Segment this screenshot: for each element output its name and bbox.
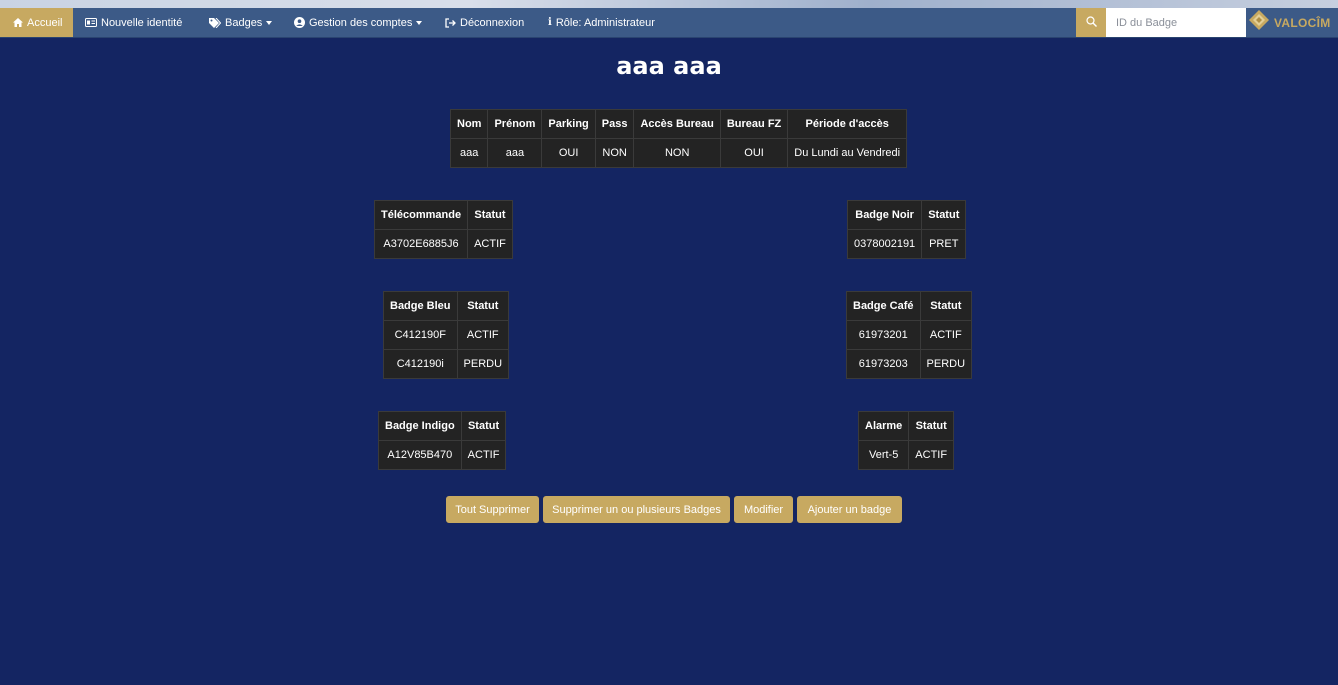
table-cell: 61973203 xyxy=(846,349,921,379)
table-cell: PRET xyxy=(921,229,967,259)
table-cell: C412190F xyxy=(383,320,458,350)
id-card-icon xyxy=(85,18,97,27)
table-cell: ACTIF xyxy=(456,320,510,350)
logo-text: VALOCÎM xyxy=(1274,15,1331,30)
column-header: Accès Bureau xyxy=(633,109,721,139)
window-top-strip xyxy=(0,0,1338,8)
table-row: C412190i PERDU xyxy=(383,349,510,379)
table-cell: PERDU xyxy=(456,349,510,379)
sign-out-icon xyxy=(445,17,456,28)
table-cell: Vert-5 xyxy=(857,440,910,470)
table-cell: Du Lundi au Vendredi xyxy=(787,138,908,168)
table-header-row: Badge Noir Statut xyxy=(846,200,967,230)
column-header: Badge Noir xyxy=(846,200,923,230)
table-cell: ACTIF xyxy=(908,440,955,470)
user-circle-icon xyxy=(294,17,305,28)
nav-home[interactable]: Accueil xyxy=(0,8,74,37)
column-header: Pass xyxy=(594,109,635,139)
badge-noir-table: Badge Noir Statut 0378002191 PRET xyxy=(846,200,967,259)
column-header: Statut xyxy=(456,291,510,321)
column-header: Statut xyxy=(919,291,973,321)
table-header-row: Badge Bleu Statut xyxy=(383,291,510,321)
badge-bleu-table: Badge Bleu Statut C412190F ACTIF C412190… xyxy=(383,291,510,379)
search-button[interactable] xyxy=(1076,8,1106,37)
nav-logout[interactable]: Déconnexion xyxy=(445,8,524,37)
table-row: A3702E6885J6 ACTIF xyxy=(373,229,513,259)
table-cell: ACTIF xyxy=(460,440,507,470)
table-row: A12V85B470 ACTIF xyxy=(378,440,507,470)
nav-logout-label: Déconnexion xyxy=(460,16,525,29)
column-header: Prénom xyxy=(487,109,543,139)
column-header: Bureau FZ xyxy=(719,109,789,139)
telecommande-table: Télécommande Statut A3702E6885J6 ACTIF xyxy=(373,200,513,259)
tags-icon xyxy=(209,17,221,28)
table-header-row: Badge Café Statut xyxy=(846,291,973,321)
search-icon xyxy=(1085,14,1097,32)
nav-badges-label: Badges xyxy=(225,16,263,29)
column-header: Télécommande xyxy=(373,200,469,230)
table-header-row: Nom Prénom Parking Pass Accès Bureau Bur… xyxy=(449,109,908,139)
column-header: Statut xyxy=(921,200,967,230)
modify-button[interactable]: Modifier xyxy=(734,496,793,523)
table-row: C412190F ACTIF xyxy=(383,320,510,350)
badge-indigo-table: Badge Indigo Statut A12V85B470 ACTIF xyxy=(378,411,507,470)
column-header: Statut xyxy=(467,200,513,230)
table-cell: 61973201 xyxy=(846,320,921,350)
chevron-down-icon xyxy=(266,20,273,25)
column-header: Statut xyxy=(908,411,955,441)
nav-accounts-dropdown[interactable]: Gestion des comptes xyxy=(294,8,423,37)
table-row: 61973203 PERDU xyxy=(846,349,973,379)
column-header: Alarme xyxy=(857,411,910,441)
table-header-row: Badge Indigo Statut xyxy=(378,411,507,441)
nav-role-label: Rôle: Administrateur xyxy=(555,16,655,29)
column-header: Période d'accès xyxy=(787,109,908,139)
table-cell: NON xyxy=(633,138,721,168)
chevron-down-icon xyxy=(416,20,423,25)
table-header-row: Télécommande Statut xyxy=(373,200,513,230)
table-cell: OUI xyxy=(719,138,789,168)
badge-cafe-table: Badge Café Statut 61973201 ACTIF 6197320… xyxy=(846,291,973,379)
column-header: Badge Indigo xyxy=(378,411,462,441)
column-header: Parking xyxy=(541,109,596,139)
valocim-logo: VALOCÎM xyxy=(1248,8,1338,37)
column-header: Statut xyxy=(460,411,507,441)
nav-new-identity[interactable]: Nouvelle identité xyxy=(85,8,182,37)
nav-new-identity-label: Nouvelle identité xyxy=(101,16,183,29)
add-badge-button[interactable]: Ajouter un badge xyxy=(797,496,902,523)
table-cell: A3702E6885J6 xyxy=(373,229,469,259)
nav-role: i Rôle: Administrateur xyxy=(548,8,655,37)
table-row: Vert-5 ACTIF xyxy=(857,440,955,470)
table-cell: ACTIF xyxy=(467,229,513,259)
table-cell: OUI xyxy=(541,138,596,168)
identity-table: Nom Prénom Parking Pass Accès Bureau Bur… xyxy=(449,109,908,168)
table-row: aaa aaa OUI NON NON OUI Du Lundi au Vend… xyxy=(449,138,908,168)
page-title: aaa aaa xyxy=(616,52,722,80)
table-cell: aaa xyxy=(487,138,543,168)
table-cell: A12V85B470 xyxy=(378,440,462,470)
table-cell: PERDU xyxy=(919,349,973,379)
table-cell: C412190i xyxy=(383,349,458,379)
nav-accounts-label: Gestion des comptes xyxy=(309,16,413,29)
table-header-row: Alarme Statut xyxy=(857,411,955,441)
alarme-table: Alarme Statut Vert-5 ACTIF xyxy=(857,411,955,470)
table-cell: 0378002191 xyxy=(846,229,923,259)
nav-badges-dropdown[interactable]: Badges xyxy=(209,8,273,37)
delete-badges-button[interactable]: Supprimer un ou plusieurs Badges xyxy=(543,496,730,523)
column-header: Nom xyxy=(449,109,489,139)
diamond-logo-icon xyxy=(1248,9,1270,36)
info-icon: i xyxy=(548,17,552,28)
table-cell: NON xyxy=(594,138,635,168)
table-row: 61973201 ACTIF xyxy=(846,320,973,350)
table-cell: aaa xyxy=(449,138,489,168)
column-header: Badge Café xyxy=(846,291,921,321)
badge-id-search-input[interactable] xyxy=(1106,8,1246,37)
table-cell: ACTIF xyxy=(919,320,973,350)
delete-all-button[interactable]: Tout Supprimer xyxy=(446,496,539,523)
table-row: 0378002191 PRET xyxy=(846,229,967,259)
nav-home-label: Accueil xyxy=(27,16,63,29)
column-header: Badge Bleu xyxy=(383,291,458,321)
home-icon xyxy=(13,18,23,27)
